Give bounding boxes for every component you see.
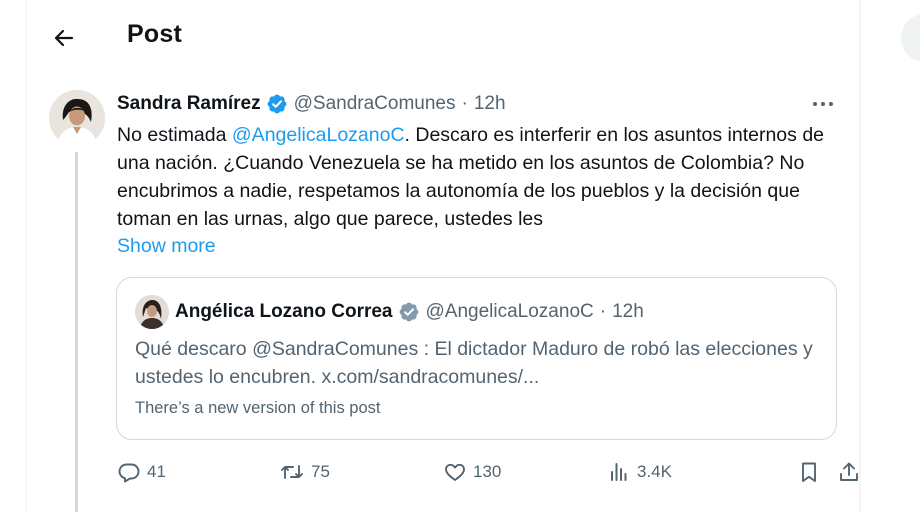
arrow-left-icon [54,29,74,47]
quote-time: 12h [612,301,644,322]
quote-handle: @AngelicaLozanoC [425,301,594,322]
views-button[interactable]: 3.4K [607,457,672,487]
repost-icon [281,465,303,479]
bookmark-button[interactable] [797,457,821,487]
quote-author-name: Angélica Lozano Correa [175,301,393,322]
heart-icon [445,463,465,481]
views-count: 3.4K [637,462,672,481]
verified-badge-icon [267,94,287,114]
search-bar[interactable] [901,14,920,62]
right-sidebar [861,0,920,512]
author-handle[interactable]: @SandraComunes [294,93,456,115]
quote-avatar-image [135,295,169,329]
author-name[interactable]: Sandra Ramírez [117,93,261,115]
quote-text: Qué descaro @SandraComunes : El dictador… [135,338,813,388]
quoted-post-card[interactable]: Angélica Lozano Correa @AngelicaLozanoC … [116,277,837,440]
repost-count: 75 [311,462,330,481]
thread-line [75,152,78,512]
share-button[interactable] [837,457,861,487]
post-time[interactable]: 12h [474,93,506,115]
mention-link[interactable]: @AngelicaLozanoC [232,124,405,146]
post-header: Sandra Ramírez @SandraComunes · 12h [117,92,506,116]
quote-header: Angélica Lozano Correa @AngelicaLozanoC … [175,300,644,324]
action-bar: 41 75 130 3.4K [117,457,858,487]
quote-separator-dot: · [599,301,607,322]
page-header: Post [27,0,861,72]
avatar-image [49,90,105,146]
new-version-note: There’s a new version of this post [135,399,381,417]
like-count: 130 [473,462,502,481]
back-button[interactable] [47,21,81,55]
bookmark-icon [802,462,816,482]
post-column: Post Sandra Ramírez @SandraComunes · 12h… [26,0,860,512]
views-icon [611,463,627,481]
share-icon [840,462,858,481]
repost-button[interactable]: 75 [279,457,330,487]
left-gutter [0,0,26,512]
post-text: No estimada @AngelicaLozanoC. Descaro es… [117,121,847,233]
like-button[interactable]: 130 [443,457,501,487]
page-title: Post [127,20,182,48]
ellipsis-icon [813,102,833,106]
more-options-button[interactable] [803,92,843,116]
reply-count: 41 [147,462,166,481]
reply-icon [118,463,140,483]
separator-dot: · [461,93,468,114]
show-more-link[interactable]: Show more [117,232,216,260]
reply-button[interactable]: 41 [117,457,166,487]
post-text-start: No estimada [117,124,232,146]
verified-gray-badge-icon [399,302,418,322]
avatar[interactable] [49,90,105,146]
quote-avatar [135,295,169,329]
